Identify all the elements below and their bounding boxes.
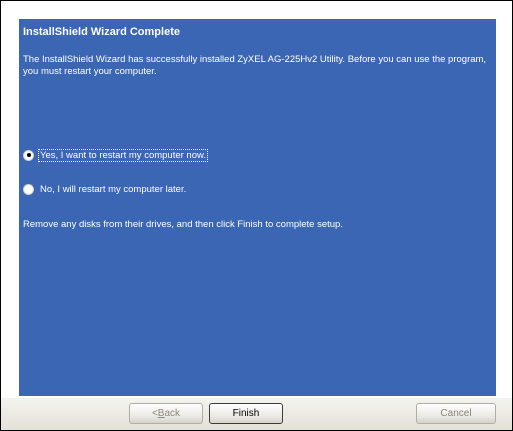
radio-selected-dot: [26, 153, 31, 157]
back-button-rest: ack: [164, 408, 181, 419]
completion-message: The InstallShield Wizard has successfull…: [23, 54, 487, 77]
finish-instruction: Remove any disks from their drives, and …: [23, 219, 343, 230]
wizard-content-panel: InstallShield Wizard Complete The Instal…: [19, 19, 496, 396]
wizard-title: InstallShield Wizard Complete: [23, 26, 180, 38]
finish-button[interactable]: Finish: [209, 403, 283, 424]
restart-now-label[interactable]: Yes, I want to restart my computer now.: [38, 148, 208, 162]
installshield-dialog: InstallShield Wizard Complete The Instal…: [0, 0, 513, 431]
back-button[interactable]: < Back: [129, 403, 203, 424]
restart-later-label[interactable]: No, I will restart my computer later.: [39, 184, 187, 195]
back-button-mnemonic: B: [157, 408, 165, 419]
restart-now-option[interactable]: Yes, I want to restart my computer now.: [23, 148, 208, 162]
restart-later-radio[interactable]: [23, 183, 34, 195]
restart-now-radio[interactable]: [23, 149, 34, 161]
restart-later-option[interactable]: No, I will restart my computer later.: [23, 182, 187, 196]
button-bar: < Back Finish Cancel: [1, 398, 512, 430]
cancel-button[interactable]: Cancel: [416, 403, 496, 424]
